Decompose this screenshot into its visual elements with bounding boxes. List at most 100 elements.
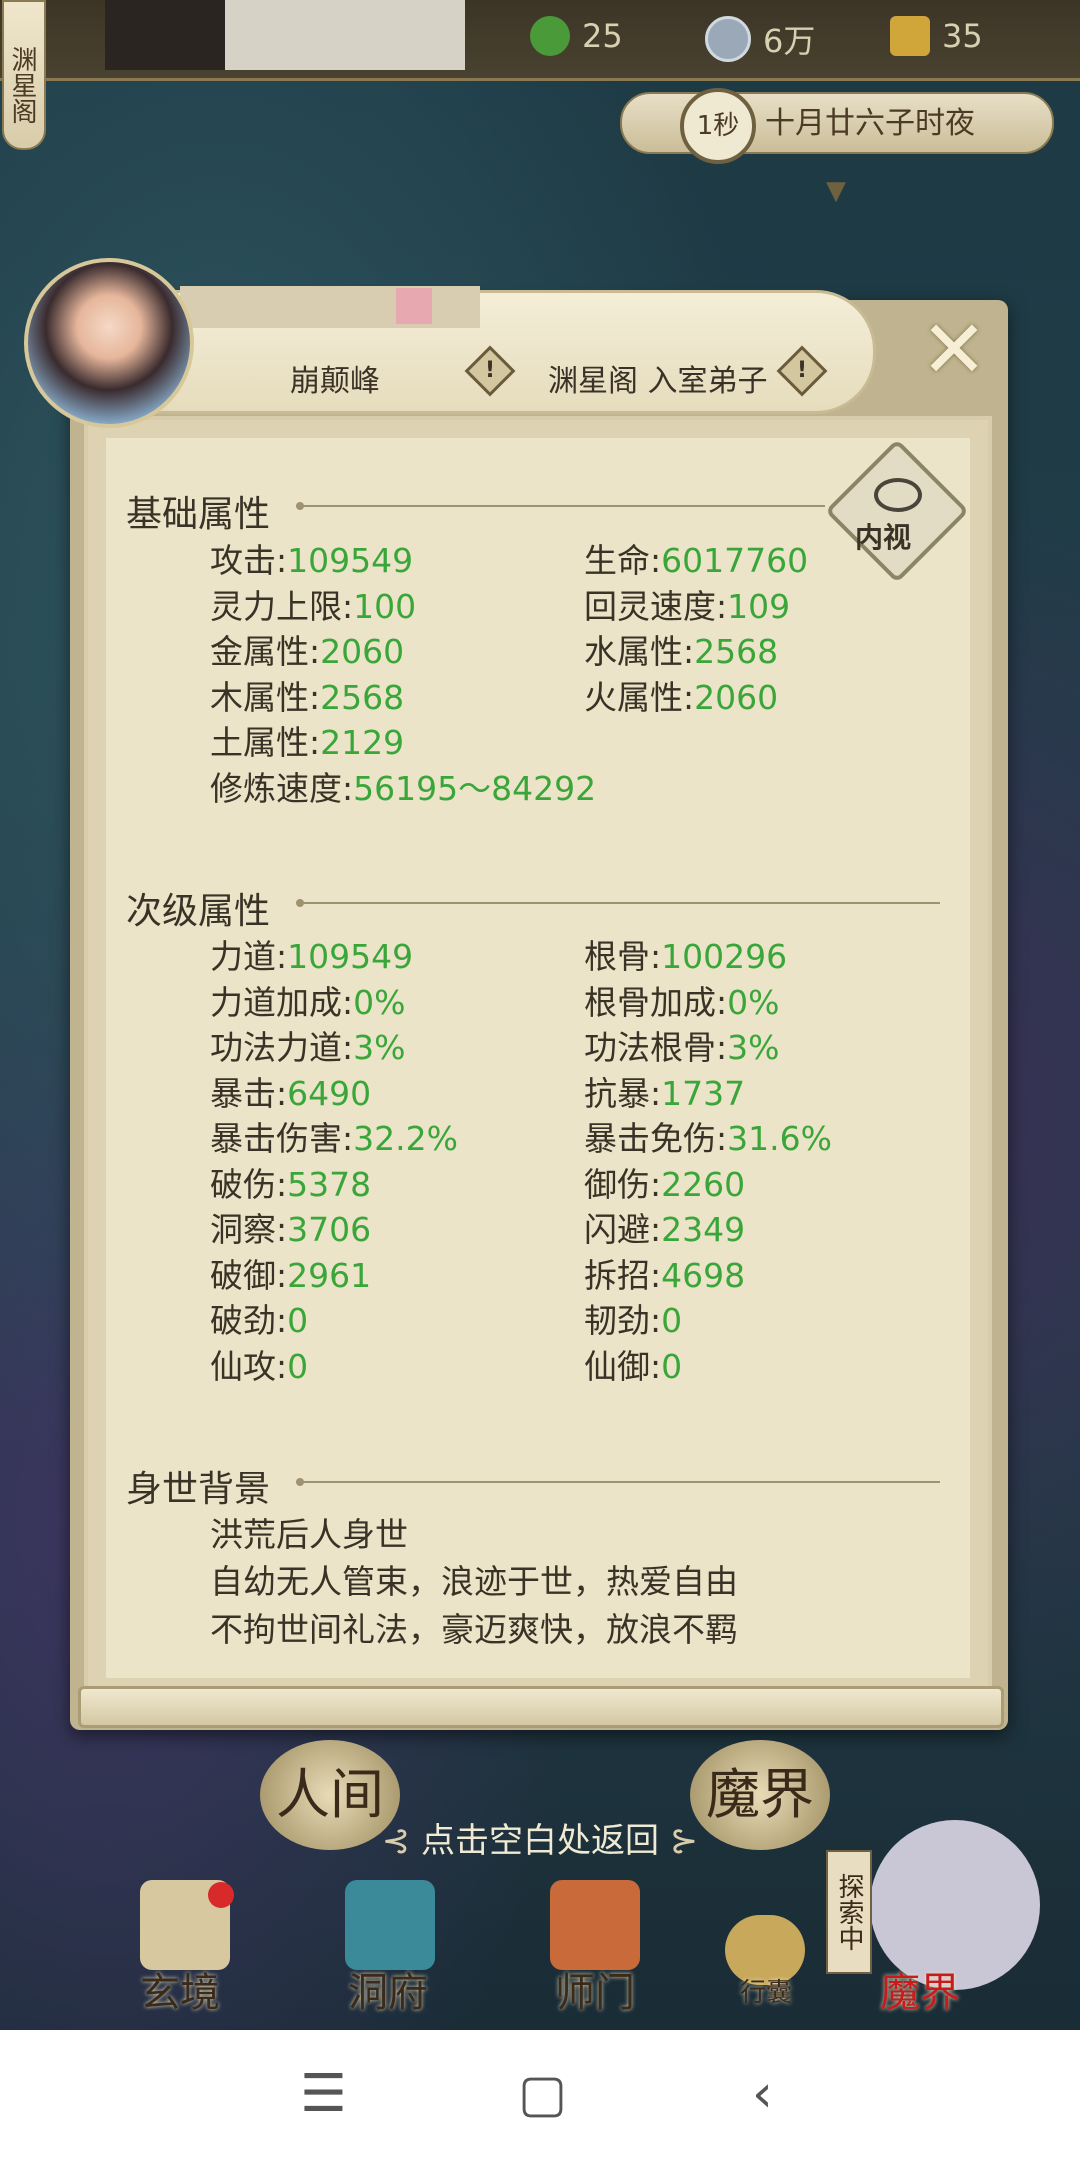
attribute-item: 闪避:2349 [584,1203,745,1251]
attribute-value: 100 [353,586,417,626]
back-icon[interactable]: ‹ [752,2064,773,2124]
attribute-value: 5378 [287,1164,372,1204]
attribute-value: 3% [353,1028,406,1067]
attribute-label: 仙攻: [210,1346,288,1386]
attribute-value: 0 [287,1346,309,1386]
swirl-left-icon: ⊰ [381,1821,421,1861]
name-blur [225,0,465,70]
attribute-item: 木属性:2568 [210,671,404,719]
attribute-label: 拆招: [584,1255,662,1295]
attribute-label: 洞察: [210,1210,288,1249]
player-name-blur [180,286,480,328]
nav-mystic-realm[interactable]: 玄境 [140,1960,220,2018]
attribute-label: 暴击: [210,1073,288,1113]
coin-icon [705,16,751,62]
attribute-item: 仙攻:0 [210,1340,308,1388]
basic-attributes-title: 基础属性 [126,494,271,535]
attribute-label: 灵力上限: [210,586,354,626]
attribute-value: 3706 [287,1210,372,1249]
attribute-value: 31.6% [727,1119,832,1158]
attribute-label: 破御: [210,1255,288,1295]
attribute-label: 力道加成: [210,982,354,1022]
background-line: 不拘世间礼法，豪迈爽快，放浪不羁 [210,1610,738,1649]
nav-sect[interactable]: 师门 [555,1960,635,2018]
attribute-label: 破劲: [210,1301,288,1340]
expand-arrow-icon[interactable]: ▼ [826,176,846,206]
avatar-blur [105,0,225,70]
attribute-item: 拆招:4698 [584,1249,745,1297]
attribute-label: 土属性: [210,723,321,763]
attribute-item: 破劲:0 [210,1294,308,1342]
attribute-label: 力道: [210,937,288,976]
sect-tag[interactable]: 渊星阁 [2,0,46,150]
attribute-item: 暴击伤害:32.2% [210,1112,458,1160]
coin-count: 6万 [763,22,816,60]
section-divider [296,502,825,510]
attribute-value: 2260 [661,1164,746,1204]
exploring-tag: 探索中 [826,1850,872,1974]
attribute-item: 灵力上限:100 [210,580,416,628]
attribute-label: 抗暴: [584,1073,662,1113]
attribute-item: 功法力道:3% [210,1021,405,1069]
attribute-value: 0 [287,1301,309,1340]
home-icon[interactable]: ▢ [518,2064,567,2124]
spirit-resource[interactable]: 35 [890,16,983,56]
attribute-label: 御伤: [584,1164,662,1204]
attribute-value: 3% [727,1028,780,1067]
attribute-value: 2060 [694,677,779,717]
attribute-value: 2060 [320,632,405,672]
attribute-item: 抗暴:1737 [584,1067,745,1115]
section-divider [296,1478,940,1486]
attribute-value: 109 [727,586,791,626]
inner-view-label: 内视 [855,521,912,554]
banner-icon [550,1880,640,1970]
attribute-label: 功法根骨: [584,1028,728,1067]
attribute-item: 力道加成:0% [210,976,405,1024]
attribute-item: 韧劲:0 [584,1294,682,1342]
attribute-item: 水属性:2568 [584,625,778,673]
close-button[interactable]: ✕ [918,310,990,390]
return-hint-text: 点击空白处返回 [421,1821,659,1861]
jade-resource[interactable]: 25 [530,16,623,56]
attribute-item: 功法根骨:3% [584,1021,779,1069]
sect-rank: 渊星阁 入室弟子 [548,364,768,399]
menu-icon[interactable]: ☰ [300,2064,347,2124]
pavilion-icon [345,1880,435,1970]
attribute-label: 金属性: [210,632,321,672]
attribute-label: 闪避: [584,1210,662,1249]
attribute-value: 2568 [320,677,405,717]
game-time-text: 十月廿六子时夜 [765,106,975,141]
section-divider [296,899,940,907]
attribute-label: 生命: [584,541,662,580]
attribute-item: 攻击:109549 [210,534,413,582]
eye-icon [874,478,922,512]
attribute-value: 1737 [661,1073,746,1113]
attribute-label: 韧劲: [584,1301,662,1340]
attribute-item: 根骨加成:0% [584,976,779,1024]
jade-count: 25 [582,17,623,55]
attribute-item: 力道:109549 [210,930,413,978]
attribute-item: 金属性:2060 [210,625,404,673]
nav-cave-abode[interactable]: 洞府 [348,1960,428,2018]
attribute-item: 御伤:2260 [584,1158,745,1206]
nav-demon-realm[interactable]: 魔界 [880,1960,960,2018]
attribute-value: 109549 [287,937,414,976]
attribute-value: 0 [661,1346,683,1386]
background-story-title: 身世背景 [126,1469,271,1510]
attribute-item: 修炼速度:56195～84292 [210,762,596,810]
attribute-value: 0 [661,1301,683,1340]
attribute-label: 木属性: [210,677,321,717]
attribute-label: 暴击免伤: [584,1119,728,1158]
attribute-item: 土属性:2129 [210,716,404,764]
swirl-right-icon: ⊱ [659,1821,699,1861]
coin-resource[interactable]: 6万 [705,16,815,62]
background-line: 自幼无人管束，浪迹于世，热爱自由 [210,1562,738,1601]
attribute-item: 回灵速度:109 [584,580,790,628]
attribute-value: 6490 [287,1073,372,1113]
attribute-item: 破伤:5378 [210,1158,371,1206]
android-navigation-bar: ☰ ▢ ‹ [0,2030,1080,2160]
attribute-value: 0% [727,982,780,1022]
attribute-label: 暴击伤害: [210,1119,354,1158]
nav-bag[interactable]: 行囊 [740,1972,792,2009]
attribute-value: 56195～84292 [353,769,597,808]
